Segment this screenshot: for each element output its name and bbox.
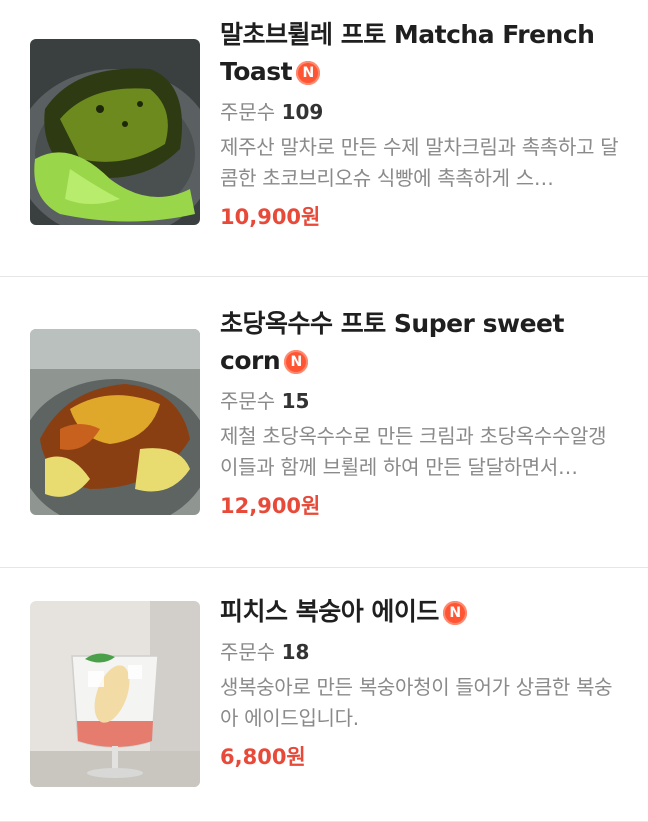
- food-image: [30, 329, 200, 515]
- menu-item-peach-ade[interactable]: 피치스 복숭아 에이드 N 주문수 18 생복숭아로 만든 복숭아청이 들어가 상…: [0, 568, 648, 822]
- order-count-value: 109: [281, 100, 324, 124]
- item-title: 피치스 복숭아 에이드 N: [220, 593, 624, 630]
- order-count-label: 주문수: [220, 389, 276, 413]
- order-count-value: 15: [281, 389, 310, 413]
- order-count: 주문수 18: [220, 638, 624, 666]
- item-title-text: 말초브륄레 프토 Matcha French Toast: [220, 20, 595, 86]
- item-description: 생복숭아로 만든 복숭아청이 들어가 상큼한 복숭아 에이드입니다.: [220, 675, 613, 730]
- item-description: 제주산 말차로 만든 수제 말차크림과 촉촉하고 달콤한 초코브리오슈 식빵에 …: [220, 135, 619, 190]
- order-count-label: 주문수: [220, 640, 276, 664]
- menu-item-super-sweet-corn[interactable]: 초당옥수수 프토 Super sweet corn N 주문수 15 제철 초당옥…: [0, 277, 648, 568]
- item-price: 6,800원: [220, 745, 306, 769]
- item-description: 제철 초당옥수수로 만든 크림과 초당옥수수알갱이들과 함께 브륄레 하여 만든…: [220, 424, 607, 479]
- new-badge-icon: N: [284, 350, 309, 374]
- item-price: 10,900원: [220, 205, 321, 229]
- item-title: 말초브륄레 프토 Matcha French Toast N: [220, 16, 624, 90]
- menu-list: 말초브륄레 프토 Matcha French Toast N 주문수 109 제주…: [0, 0, 648, 822]
- item-title-text: 피치스 복숭아 에이드: [220, 597, 439, 626]
- new-badge-icon: N: [442, 601, 467, 625]
- order-count-label: 주문수: [220, 100, 276, 124]
- food-image: [30, 39, 200, 225]
- menu-item-matcha-french-toast[interactable]: 말초브륄레 프토 Matcha French Toast N 주문수 109 제주…: [0, 0, 648, 277]
- item-price: 12,900원: [220, 494, 321, 518]
- order-count: 주문수 109: [220, 98, 624, 126]
- item-title-text: 초당옥수수 프토 Super sweet corn: [220, 309, 564, 375]
- new-badge-icon: N: [296, 61, 321, 85]
- food-image: [30, 601, 200, 787]
- item-title: 초당옥수수 프토 Super sweet corn N: [220, 305, 624, 379]
- order-count-value: 18: [281, 640, 310, 664]
- order-count: 주문수 15: [220, 387, 624, 415]
